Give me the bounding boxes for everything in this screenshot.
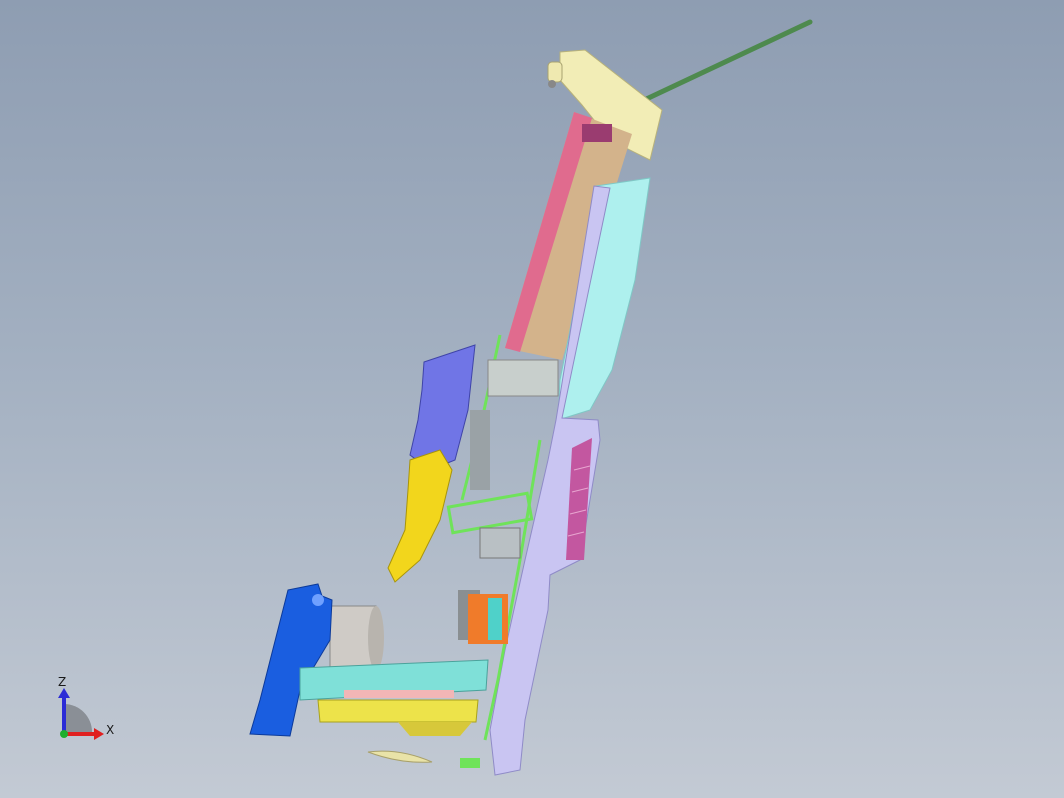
rod[interactable]: [637, 19, 813, 105]
battery-block[interactable]: [317, 699, 479, 736]
x-axis-arrow: [94, 728, 104, 740]
axis-triad: Z X: [58, 675, 114, 740]
x-axis-label: X: [106, 723, 114, 737]
cyan-strut[interactable]: [488, 598, 502, 640]
motor[interactable]: [329, 605, 384, 671]
handle[interactable]: [409, 344, 476, 471]
axis-triad-quadrant: [64, 704, 92, 732]
trigger[interactable]: [387, 449, 453, 583]
bottom-clip: [460, 758, 480, 768]
cad-viewport[interactable]: [0, 0, 1064, 798]
pink-strip: [344, 690, 454, 698]
y-axis-dot: [60, 730, 68, 738]
bottom-lens[interactable]: [367, 750, 433, 763]
z-axis-label: Z: [58, 675, 66, 689]
blue-part-hole: [312, 594, 324, 606]
z-axis-arrow: [58, 688, 70, 698]
